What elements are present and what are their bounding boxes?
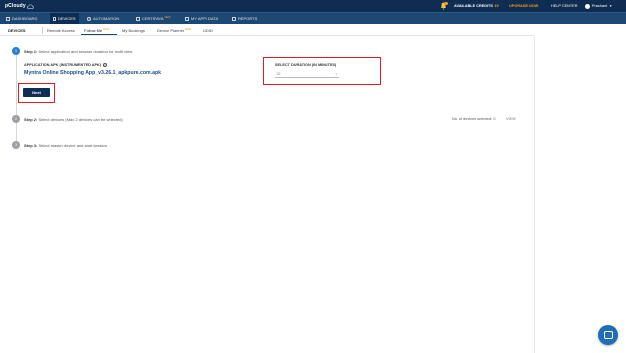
- chevron-down-icon: ▼: [609, 4, 613, 8]
- bot-icon: [136, 16, 140, 21]
- chat-icon: [603, 331, 613, 339]
- tab-label: Device Planner: [157, 28, 185, 33]
- nav-label: CERTIFAYA: [142, 16, 164, 21]
- nav-automation[interactable]: AUTOMATION: [84, 13, 122, 24]
- step-description: Select application and session duration …: [38, 49, 133, 54]
- duration-value: 15: [276, 71, 281, 76]
- new-badge: NEW: [103, 27, 110, 31]
- step-description: Select master device and start session: [38, 143, 107, 148]
- duration-field-label: SELECT DURATION (IN MINUTES): [275, 63, 337, 67]
- subnav-title: DEVICES: [8, 28, 26, 33]
- tab-device-planner[interactable]: Device Planner NEW: [157, 25, 191, 36]
- devices-selected-value: 0: [493, 117, 496, 121]
- notification-badge: [444, 1, 448, 5]
- active-tab-indicator: [81, 34, 117, 36]
- step-2-text: Step 2: Select devices (Max 2 devices ca…: [24, 117, 123, 122]
- help-center-link[interactable]: HELP CENTER: [551, 0, 578, 12]
- subnav-divider: [42, 27, 43, 34]
- cloud-icon: [6, 16, 10, 21]
- mobile-icon: [53, 16, 56, 21]
- tab-label: Follow Me: [84, 28, 103, 33]
- user-avatar-icon: [585, 3, 590, 9]
- nav-label: AUTOMATION: [93, 16, 120, 21]
- right-panel-divider: [534, 36, 535, 353]
- new-badge: NEW: [164, 15, 171, 19]
- nav-my-app-data[interactable]: MY APP/ DATA: [182, 13, 221, 24]
- nav-certifaya[interactable]: CERTIFAYA NEW: [133, 13, 174, 24]
- logo-text: pCloudy: [5, 3, 26, 9]
- step-3-indicator: 3: [12, 141, 20, 149]
- report-icon: [232, 16, 236, 21]
- step-label: Step 2:: [24, 117, 38, 122]
- apk-selected-link[interactable]: Myntra Online Shopping App_v3.26.1_apkpu…: [24, 70, 161, 76]
- nav-label: DASHBOARD: [12, 16, 38, 21]
- step-2-indicator: 2: [12, 115, 20, 123]
- step-1-indicator: 1: [12, 47, 20, 55]
- step-connector: [15, 123, 17, 141]
- cloud-icon: [26, 3, 34, 9]
- nav-reports[interactable]: REPORTS: [229, 13, 260, 24]
- tab-label: UDID: [203, 28, 213, 33]
- step-connector: [15, 55, 17, 115]
- credits-label: AVAILABLE CREDITS: [454, 4, 493, 8]
- tab-my-bookings[interactable]: My Bookings: [122, 25, 145, 36]
- user-menu[interactable]: Prashant ▼: [585, 0, 612, 12]
- step-1-text: Step 1: Select application and session d…: [24, 49, 132, 54]
- devices-selected-count: No. of devices selected: 0: [452, 117, 496, 121]
- apk-field-label: APPLICATION APK (INSTRUMENTED APK) i: [24, 63, 107, 67]
- step-label: Step 3:: [24, 143, 38, 148]
- new-badge: NEW: [185, 27, 192, 31]
- nav-dashboard[interactable]: DASHBOARD: [3, 13, 40, 24]
- devices-selected-label: No. of devices selected:: [452, 117, 493, 121]
- nav-label: MY APP/ DATA: [191, 16, 219, 21]
- nav-label: REPORTS: [238, 16, 258, 21]
- nav-label: DEVICES: [58, 16, 76, 21]
- step-description: Select devices (Max 2 devices can be sel…: [38, 117, 123, 122]
- main-nav: DASHBOARD DEVICES AUTOMATION CERTIFAYA N…: [0, 12, 626, 24]
- tab-udid[interactable]: UDID: [203, 25, 213, 36]
- chevron-down-icon: ▾: [335, 71, 337, 76]
- gear-icon: [87, 16, 91, 21]
- pcloudy-logo[interactable]: pCloudy: [5, 2, 34, 10]
- info-icon[interactable]: i: [103, 63, 107, 67]
- upgrade-now-link[interactable]: UPGRADE NOW: [509, 0, 538, 12]
- nav-devices[interactable]: DEVICES: [50, 13, 79, 24]
- tab-remote-access[interactable]: Remote Access: [47, 25, 75, 36]
- folder-icon: [185, 16, 189, 21]
- next-button[interactable]: Next: [23, 88, 50, 97]
- user-name: Prashant: [592, 4, 608, 8]
- available-credits: AVAILABLE CREDITS 19: [454, 0, 499, 12]
- tab-label: Remote Access: [47, 28, 75, 33]
- duration-select[interactable]: 15 ▾: [275, 70, 339, 78]
- chat-support-button[interactable]: [598, 325, 618, 345]
- tab-label: My Bookings: [122, 28, 145, 33]
- apk-label-text: APPLICATION APK (INSTRUMENTED APK): [24, 63, 102, 67]
- view-devices-link[interactable]: VIEW: [506, 117, 516, 121]
- top-bar: pCloudy AVAILABLE CREDITS 19 UPGRADE NOW…: [0, 0, 626, 12]
- step-label: Step 1:: [24, 49, 38, 54]
- credits-value: 19: [494, 4, 499, 8]
- step-3-text: Step 3: Select master device and start s…: [24, 143, 107, 148]
